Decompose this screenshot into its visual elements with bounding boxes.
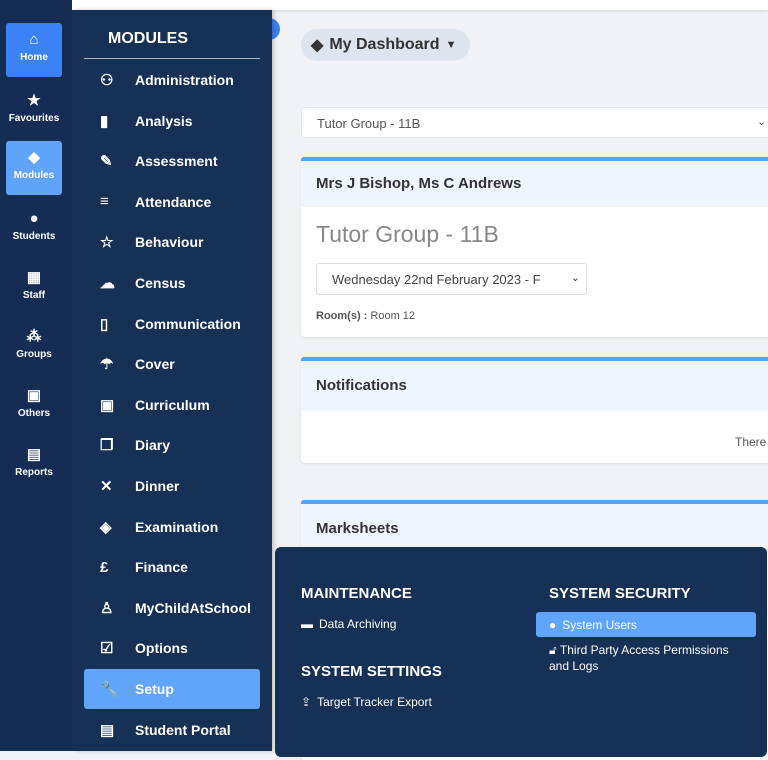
group-select[interactable]: Tutor Group - 11B ⌄ <box>301 107 768 138</box>
staff-icon: ▦ <box>26 269 42 286</box>
module-icon: ❒ <box>100 437 114 455</box>
archive-icon: ▬ <box>301 617 313 631</box>
module-icon: £ <box>100 558 109 576</box>
module-item-attendance[interactable]: ≡ Attendance <box>84 182 260 222</box>
shapes-icon: ◆ <box>311 37 324 54</box>
module-item-communication[interactable]: ▯ Communication <box>84 304 260 344</box>
module-icon: ✕ <box>100 478 113 495</box>
module-item-cover[interactable]: ☂ Cover <box>84 344 260 384</box>
module-icon: ♙ <box>100 599 114 617</box>
rail-reports[interactable]: ▤ Reports <box>6 438 62 492</box>
module-item-options[interactable]: ☑ Options <box>84 628 260 668</box>
maintenance-heading: MAINTENANCE <box>301 585 412 602</box>
module-icon: ▯ <box>100 315 109 333</box>
system-users-link[interactable]: ● System Users <box>536 612 756 637</box>
module-icon: 🔧 <box>100 681 119 698</box>
date-select[interactable]: Wednesday 22nd February 2023 - F ⌄ <box>316 263 587 295</box>
module-item-mychildatschool[interactable]: ♙ MyChildAtSchool <box>84 588 260 628</box>
modules-panel: MODULES ⚇ Administration ▮ Analysis ✎ Assessm… <box>72 10 272 751</box>
room-info: Room(s) : Room 12 <box>316 310 416 322</box>
modules-title: MODULES <box>108 30 188 47</box>
third-party-access-link[interactable]: 🔓︎ Third Party Access Permissions and Lo… <box>549 642 749 674</box>
star-icon: ★ <box>27 92 41 109</box>
users-icon: ⁂ <box>26 328 42 345</box>
module-item-diary[interactable]: ❒ Diary <box>84 425 260 465</box>
module-item-setup[interactable]: 🔧 Setup <box>84 669 260 709</box>
module-icon: ☂ <box>100 356 114 374</box>
module-icon: ☆ <box>100 234 114 252</box>
card-title: Tutor Group - 11B <box>316 221 499 247</box>
module-item-analysis[interactable]: ▮ Analysis <box>84 101 260 141</box>
chevron-down-icon: ⌄ <box>566 271 580 284</box>
chevron-down-icon: ▼ <box>445 39 457 51</box>
module-item-dinner[interactable]: ✕ Dinner <box>84 466 260 506</box>
module-item-curriculum[interactable]: ▣ Curriculum <box>84 385 260 425</box>
data-archiving-link[interactable]: ▬ Data Archiving <box>301 617 396 631</box>
rail-students[interactable]: ● Students <box>6 202 62 256</box>
module-icon: ▮ <box>100 112 109 130</box>
shapes-icon: ◆ <box>28 149 40 166</box>
tutor-group-card: Mrs J Bishop, Ms C Andrews Tutor Group -… <box>301 157 768 337</box>
unlock-icon: 🔓︎ <box>549 643 557 657</box>
rail-favourites[interactable]: ★ Favourites <box>6 84 62 138</box>
user-icon: ● <box>29 210 39 227</box>
file-icon: ▤ <box>26 446 42 463</box>
module-item-administration[interactable]: ⚇ Administration <box>84 60 260 100</box>
notifications-empty-text: There <box>735 435 767 449</box>
rail-home[interactable]: ⌂ Home <box>6 23 62 77</box>
module-icon: ☑ <box>100 640 114 658</box>
module-icon: ▣ <box>100 396 115 414</box>
module-item-assessment[interactable]: ✎ Assessment <box>84 141 260 181</box>
upload-icon: ⇪ <box>301 695 312 709</box>
module-icon: ⚇ <box>100 72 114 89</box>
module-item-behaviour[interactable]: ☆ Behaviour <box>84 222 260 262</box>
notifications-card: Notifications There <box>301 357 768 463</box>
module-icon: ◈ <box>100 518 112 536</box>
target-tracker-export-link[interactable]: ⇪ Target Tracker Export <box>301 695 432 709</box>
module-item-census[interactable]: ☁ Census <box>84 263 260 303</box>
presentation-icon: ▣ <box>26 387 42 404</box>
setup-flyout: MAINTENANCE ▬ Data Archiving SYSTEM SETTI… <box>275 547 767 757</box>
rail-others[interactable]: ▣ Others <box>6 379 62 433</box>
my-dashboard-dropdown[interactable]: ◆ My Dashboard ▼ <box>301 29 470 61</box>
module-item-student-portal[interactable]: ▤ Student Portal <box>84 710 260 750</box>
system-settings-heading: SYSTEM SETTINGS <box>301 663 442 680</box>
module-icon: ✎ <box>100 153 113 171</box>
system-security-heading: SYSTEM SECURITY <box>549 585 691 602</box>
module-item-examination[interactable]: ◈ Examination <box>84 507 260 547</box>
divider <box>84 58 260 59</box>
chevron-down-icon: ⌄ <box>757 116 767 128</box>
user-icon: ● <box>549 617 557 632</box>
card-header: Mrs J Bishop, Ms C Andrews <box>301 161 768 207</box>
card-header: Notifications <box>301 361 768 411</box>
module-icon: ☁ <box>100 275 115 292</box>
icon-rail: ⌂ Home ★ Favourites ◆ Modules ● Students ▦ St… <box>0 0 72 751</box>
module-icon: ▤ <box>100 721 115 739</box>
rail-modules[interactable]: ◆ Modules <box>6 141 62 195</box>
home-icon: ⌂ <box>29 31 39 48</box>
module-icon: ≡ <box>100 193 109 211</box>
top-bar <box>72 0 768 10</box>
rail-groups[interactable]: ⁂ Groups <box>6 320 62 374</box>
module-item-finance[interactable]: £ Finance <box>84 547 260 587</box>
rail-staff[interactable]: ▦ Staff <box>6 261 62 315</box>
